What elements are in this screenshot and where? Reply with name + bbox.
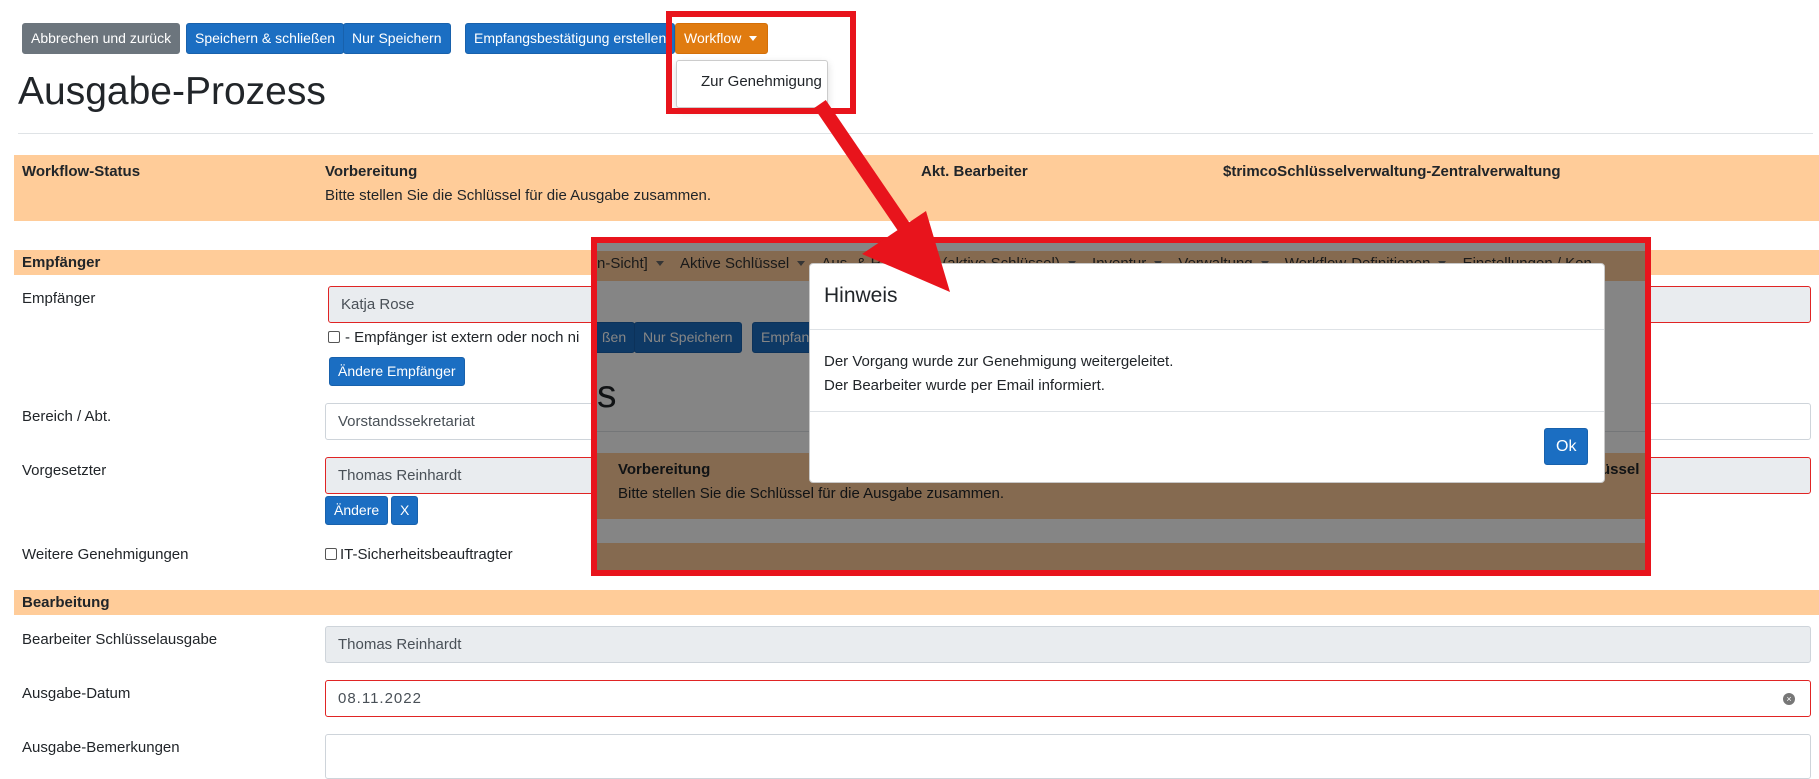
red-arrow-icon xyxy=(814,100,950,292)
